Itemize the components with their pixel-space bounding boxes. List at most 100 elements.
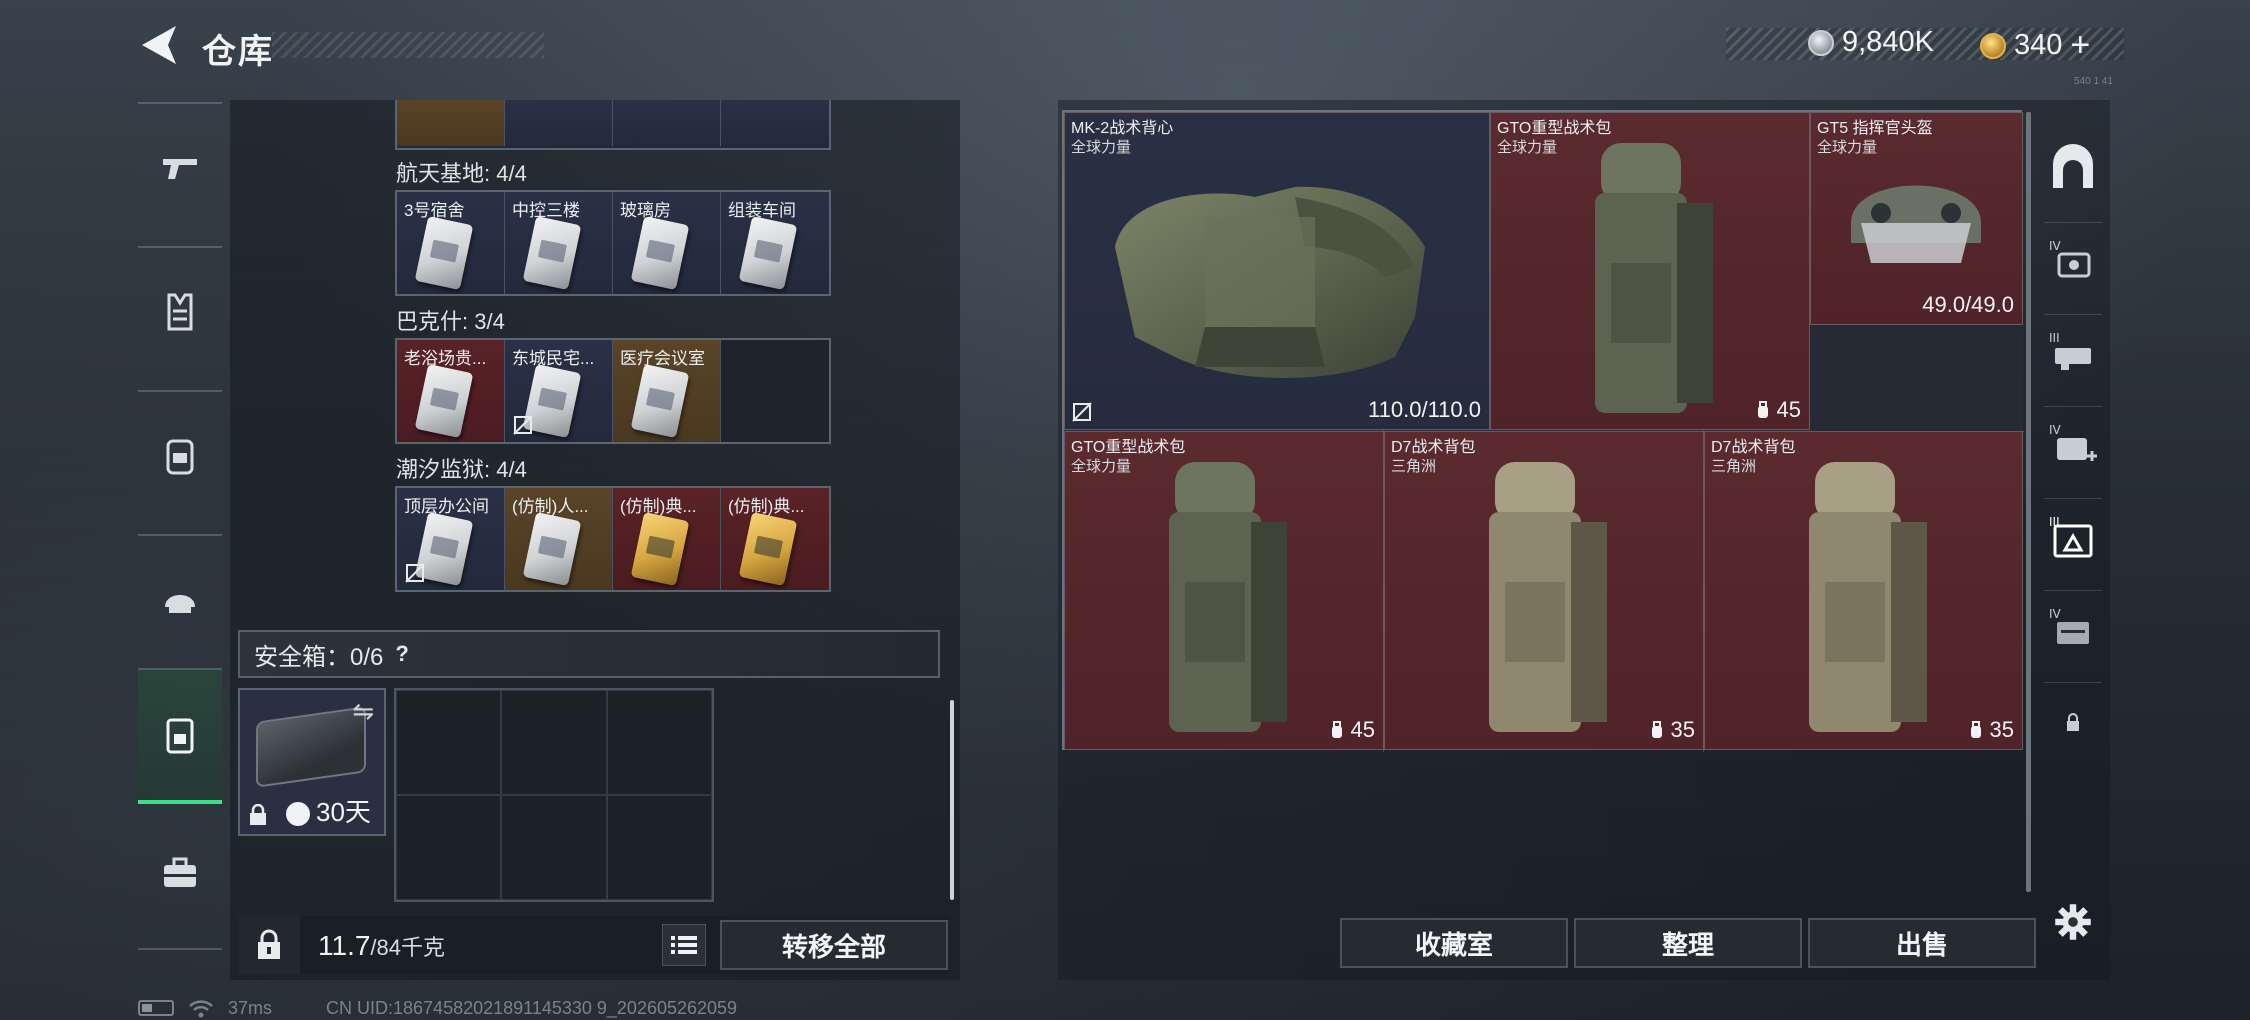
- item-capacity: 45: [1328, 717, 1375, 743]
- keycard-icon: [738, 215, 798, 291]
- nav-armor[interactable]: [138, 252, 222, 372]
- key-slot[interactable]: (仿制)人...: [505, 488, 613, 590]
- version-text: 540 1 41: [2074, 76, 2113, 87]
- key-slot-empty[interactable]: [721, 340, 829, 442]
- key-slot[interactable]: 顶层办公间: [397, 488, 505, 590]
- key-slot[interactable]: 组装车间: [721, 192, 829, 294]
- list-view-button[interactable]: [662, 924, 706, 966]
- right-scrollbar[interactable]: [2026, 112, 2031, 892]
- tactical-vest-icon: [1115, 186, 1425, 378]
- safebox-label: 安全箱：0/6: [254, 643, 384, 671]
- safebox-grid[interactable]: [394, 688, 714, 902]
- stash-tab-all[interactable]: [2036, 130, 2110, 210]
- keycard-icon: [522, 511, 582, 587]
- safebox-cell[interactable]: [396, 690, 502, 795]
- key-name: 东城民宅...: [512, 349, 595, 368]
- help-button[interactable]: ?: [395, 641, 408, 667]
- stash-item-backpack[interactable]: GTO重型战术包 全球力量 45: [1490, 112, 1810, 430]
- stash-item-backpack[interactable]: GTO重型战术包 全球力量 45: [1064, 431, 1384, 750]
- key-slot[interactable]: 玻璃房: [613, 192, 721, 294]
- key-slot[interactable]: [505, 100, 613, 146]
- nav-secure-case[interactable]: [138, 670, 222, 804]
- gold-amount: 340: [2014, 29, 2063, 61]
- key-slot[interactable]: (仿制)典...: [721, 488, 829, 590]
- safebox-cell[interactable]: [606, 795, 712, 900]
- no-drop-icon: [513, 415, 533, 435]
- stash-grid[interactable]: MK-2战术背心 全球力量 110.0/110.0 GTO重型战术包 全球力量 45…: [1062, 110, 2024, 752]
- key-slot[interactable]: (仿制)典...: [613, 488, 721, 590]
- lock-icon: [250, 804, 266, 825]
- stash-empty-cell[interactable]: [1810, 325, 2023, 431]
- key-slot[interactable]: [397, 100, 505, 146]
- sort-button[interactable]: 整理: [1574, 918, 1802, 968]
- nav-backpacks[interactable]: [138, 396, 222, 516]
- stash-item-backpack[interactable]: D7战术背包 三角洲 35: [1704, 431, 2023, 750]
- armor-icon: [167, 293, 193, 331]
- iv-case-icon: IV: [2049, 239, 2091, 278]
- nav-helmets[interactable]: [138, 540, 222, 660]
- nav-pistols[interactable]: [138, 108, 222, 228]
- status-bar: 37ms CN UID:18674582021891145330 9_20260…: [138, 996, 1038, 1020]
- stash-tab-1[interactable]: IV: [2036, 222, 2110, 302]
- gold-currency[interactable]: 340 +: [1980, 26, 2090, 65]
- pistol-icon: [163, 159, 197, 179]
- safebox-header: 安全箱：0/6 ?: [238, 630, 940, 678]
- swap-icon[interactable]: ⇋: [352, 696, 374, 727]
- add-currency-button[interactable]: +: [2070, 26, 2090, 65]
- stash-category-nav: IV III IV III IV: [2036, 130, 2110, 970]
- capacity-icon: [1757, 401, 1768, 418]
- iv-ammo-case-icon: IV: [2049, 607, 2089, 644]
- sell-button[interactable]: 出售: [1808, 918, 2036, 968]
- left-category-nav: [138, 102, 222, 952]
- settings-button[interactable]: [2036, 882, 2110, 962]
- key-slot[interactable]: 老浴场贵...: [397, 340, 505, 442]
- key-slot[interactable]: 3号宿舍: [397, 192, 505, 294]
- iv-medkit-icon: IV: [2049, 423, 2097, 461]
- wifi-icon: [189, 1000, 213, 1018]
- stash-tab-locked[interactable]: [2036, 682, 2110, 762]
- keycard-icon: [630, 215, 690, 291]
- stash-item-helmet[interactable]: GT5 指挥官头盔 全球力量 49.0/49.0: [1810, 112, 2023, 325]
- key-slot[interactable]: 医疗会议室: [613, 340, 721, 442]
- key-row-tidal-prison: 顶层办公间 (仿制)人... (仿制)典... (仿制)典...: [395, 486, 831, 592]
- transfer-all-button[interactable]: 转移全部: [720, 920, 948, 970]
- stash-tab-4-active[interactable]: III: [2036, 498, 2110, 578]
- lock-icon: [2067, 713, 2079, 731]
- key-slot[interactable]: [721, 100, 829, 146]
- lock-icon: [258, 929, 280, 959]
- clock-icon: [286, 802, 310, 826]
- keycard-icon: [630, 363, 690, 439]
- stash-tab-2[interactable]: III: [2036, 314, 2110, 394]
- key-row-aerospace: 3号宿舍 中控三楼 玻璃房 组装车间: [395, 190, 831, 296]
- key-slot[interactable]: [613, 100, 721, 146]
- helmet-icon: [1851, 185, 1981, 263]
- left-scrollbar[interactable]: [950, 700, 954, 900]
- stash-item-backpack[interactable]: D7战术背包 三角洲 35: [1384, 431, 1704, 750]
- silver-coin-icon: [1808, 29, 1834, 56]
- item-capacity: 35: [1967, 717, 2014, 743]
- safebox-cell[interactable]: [396, 795, 502, 900]
- safebox-cell[interactable]: [501, 690, 607, 795]
- collection-room-button[interactable]: 收藏室: [1340, 918, 1568, 968]
- nav-briefcase[interactable]: [138, 814, 222, 934]
- key-slot[interactable]: 东城民宅...: [505, 340, 613, 442]
- uid-text: CN UID:18674582021891145330 9_2026052620…: [326, 997, 738, 1018]
- header: 仓库 9,840K 340 + 540 1 41: [0, 0, 2250, 100]
- silver-currency[interactable]: 9,840K: [1808, 26, 1934, 59]
- key-name: 老浴场贵...: [404, 349, 487, 368]
- stash-item-vest[interactable]: MK-2战术背心 全球力量 110.0/110.0: [1064, 112, 1490, 430]
- backpack-icon: [1595, 143, 1713, 413]
- keycard-icon: [414, 215, 474, 291]
- safebox-item[interactable]: ⇋ 30天: [238, 688, 386, 836]
- svg-text:IV: IV: [2049, 607, 2062, 621]
- safebox-cell[interactable]: [501, 795, 607, 900]
- safebox-cell[interactable]: [606, 690, 712, 795]
- key-row-partial: [395, 100, 831, 150]
- region-label-tidal-prison: 潮汐监狱: 4/4: [396, 457, 527, 482]
- key-slot[interactable]: 中控三楼: [505, 192, 613, 294]
- key-name: (仿制)典...: [728, 497, 805, 516]
- back-arrow-icon[interactable]: [136, 22, 186, 68]
- stash-tab-3[interactable]: IV: [2036, 406, 2110, 486]
- bag-lock-button[interactable]: [238, 916, 300, 974]
- stash-tab-5[interactable]: IV: [2036, 590, 2110, 670]
